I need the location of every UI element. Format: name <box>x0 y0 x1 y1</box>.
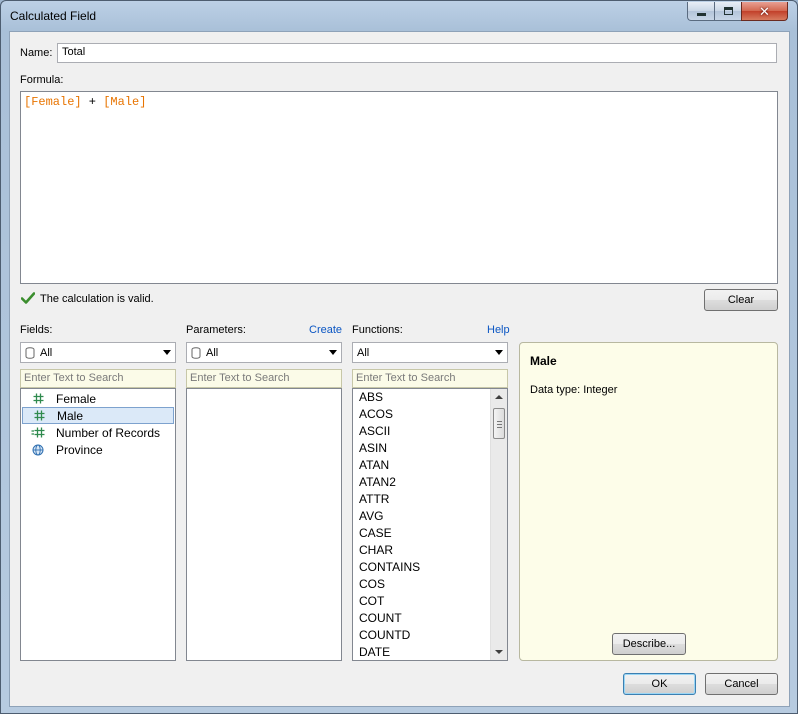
fields-list[interactable]: Female Male Number of Records Province <box>20 388 176 661</box>
datasource-icon <box>25 346 35 359</box>
clear-button[interactable]: Clear <box>704 289 778 311</box>
close-button[interactable]: ✕ <box>741 2 788 21</box>
grip-line <box>497 424 502 425</box>
function-item-countd[interactable]: COUNTD <box>359 627 410 644</box>
field-item-label: Number of Records <box>56 425 161 440</box>
formula-label: Formula: <box>20 74 64 86</box>
cancel-button[interactable]: Cancel <box>705 673 778 695</box>
functions-filter-select[interactable]: All <box>352 342 508 363</box>
chevron-down-icon <box>163 350 171 355</box>
formula-token-female: [Female] <box>24 95 82 109</box>
field-item-label: Male <box>57 408 84 423</box>
parameters-filter-value: All <box>206 346 219 359</box>
create-parameter-link[interactable]: Create <box>309 324 342 336</box>
scroll-up-icon[interactable] <box>495 395 503 399</box>
scrollbar-thumb[interactable] <box>493 408 505 439</box>
check-icon <box>21 292 35 304</box>
name-input[interactable]: Total <box>57 43 777 63</box>
chevron-down-icon <box>495 350 503 355</box>
field-item-label: Female <box>56 391 97 406</box>
function-item-atan[interactable]: ATAN <box>359 457 389 474</box>
field-item-number-of-records[interactable]: Number of Records <box>22 424 174 441</box>
function-item-char[interactable]: CHAR <box>359 542 393 559</box>
function-item-date[interactable]: DATE <box>359 644 390 660</box>
name-label: Name: <box>20 47 53 59</box>
functions-help-link[interactable]: Help <box>487 324 510 336</box>
function-item-avg[interactable]: AVG <box>359 508 383 525</box>
dialog-body: Name: Total Formula: [Female] + [Male] T… <box>9 31 790 707</box>
scroll-down-icon[interactable] <box>495 650 503 654</box>
description-title: Male <box>530 354 557 368</box>
description-data-type: Data type: Integer <box>530 384 618 396</box>
description-panel: Male Data type: Integer Describe... <box>519 342 778 661</box>
function-item-acos[interactable]: ACOS <box>359 406 393 423</box>
functions-filter-value: All <box>357 346 370 359</box>
grip-line <box>497 427 502 428</box>
parameters-search-input[interactable]: Enter Text to Search <box>186 369 342 388</box>
window-title: Calculated Field <box>10 9 97 23</box>
function-item-contains[interactable]: CONTAINS <box>359 559 420 576</box>
number-calc-icon <box>31 427 45 438</box>
function-item-count[interactable]: COUNT <box>359 610 402 627</box>
field-item-province[interactable]: Province <box>22 441 174 458</box>
chevron-down-icon <box>329 350 337 355</box>
parameters-label: Parameters: <box>186 324 246 336</box>
parameters-filter-select[interactable]: All <box>186 342 342 363</box>
function-item-cos[interactable]: COS <box>359 576 385 593</box>
maximize-icon <box>723 7 733 15</box>
number-icon <box>31 393 45 404</box>
ok-button[interactable]: OK <box>623 673 696 695</box>
functions-search-input[interactable]: Enter Text to Search <box>352 369 508 388</box>
calculated-field-dialog: Calculated Field ✕ Name: Total Formula: … <box>0 0 798 714</box>
maximize-button[interactable] <box>714 2 741 21</box>
grip-line <box>497 421 502 422</box>
minimize-icon <box>696 12 706 16</box>
functions-list[interactable]: ABS ACOS ASCII ASIN ATAN ATAN2 ATTR AVG … <box>352 388 508 661</box>
fields-filter-value: All <box>40 346 53 359</box>
formula-token-operator: + <box>81 95 104 109</box>
minimize-button[interactable] <box>687 2 714 21</box>
functions-scrollbar[interactable] <box>490 389 507 660</box>
formula-editor[interactable]: [Female] + [Male] <box>20 91 778 284</box>
function-item-ascii[interactable]: ASCII <box>359 423 390 440</box>
field-item-male[interactable]: Male <box>22 407 174 424</box>
function-item-case[interactable]: CASE <box>359 525 392 542</box>
field-item-female[interactable]: Female <box>22 390 174 407</box>
field-item-label: Province <box>56 442 103 457</box>
title-bar[interactable]: Calculated Field ✕ <box>1 1 797 31</box>
functions-label: Functions: <box>352 324 403 336</box>
close-icon: ✕ <box>759 3 770 19</box>
function-item-asin[interactable]: ASIN <box>359 440 387 457</box>
function-item-abs[interactable]: ABS <box>359 389 383 406</box>
function-item-atan2[interactable]: ATAN2 <box>359 474 396 491</box>
function-item-attr[interactable]: ATTR <box>359 491 389 508</box>
fields-filter-select[interactable]: All <box>20 342 176 363</box>
datasource-icon <box>191 346 201 359</box>
parameters-list[interactable] <box>186 388 342 661</box>
formula-token-male: [Male] <box>103 95 147 109</box>
fields-search-input[interactable]: Enter Text to Search <box>20 369 176 388</box>
describe-button[interactable]: Describe... <box>612 633 686 655</box>
globe-icon <box>31 444 45 456</box>
validation-message: The calculation is valid. <box>40 293 154 305</box>
function-item-cot[interactable]: COT <box>359 593 384 610</box>
fields-label: Fields: <box>20 324 53 336</box>
number-icon <box>32 410 46 421</box>
